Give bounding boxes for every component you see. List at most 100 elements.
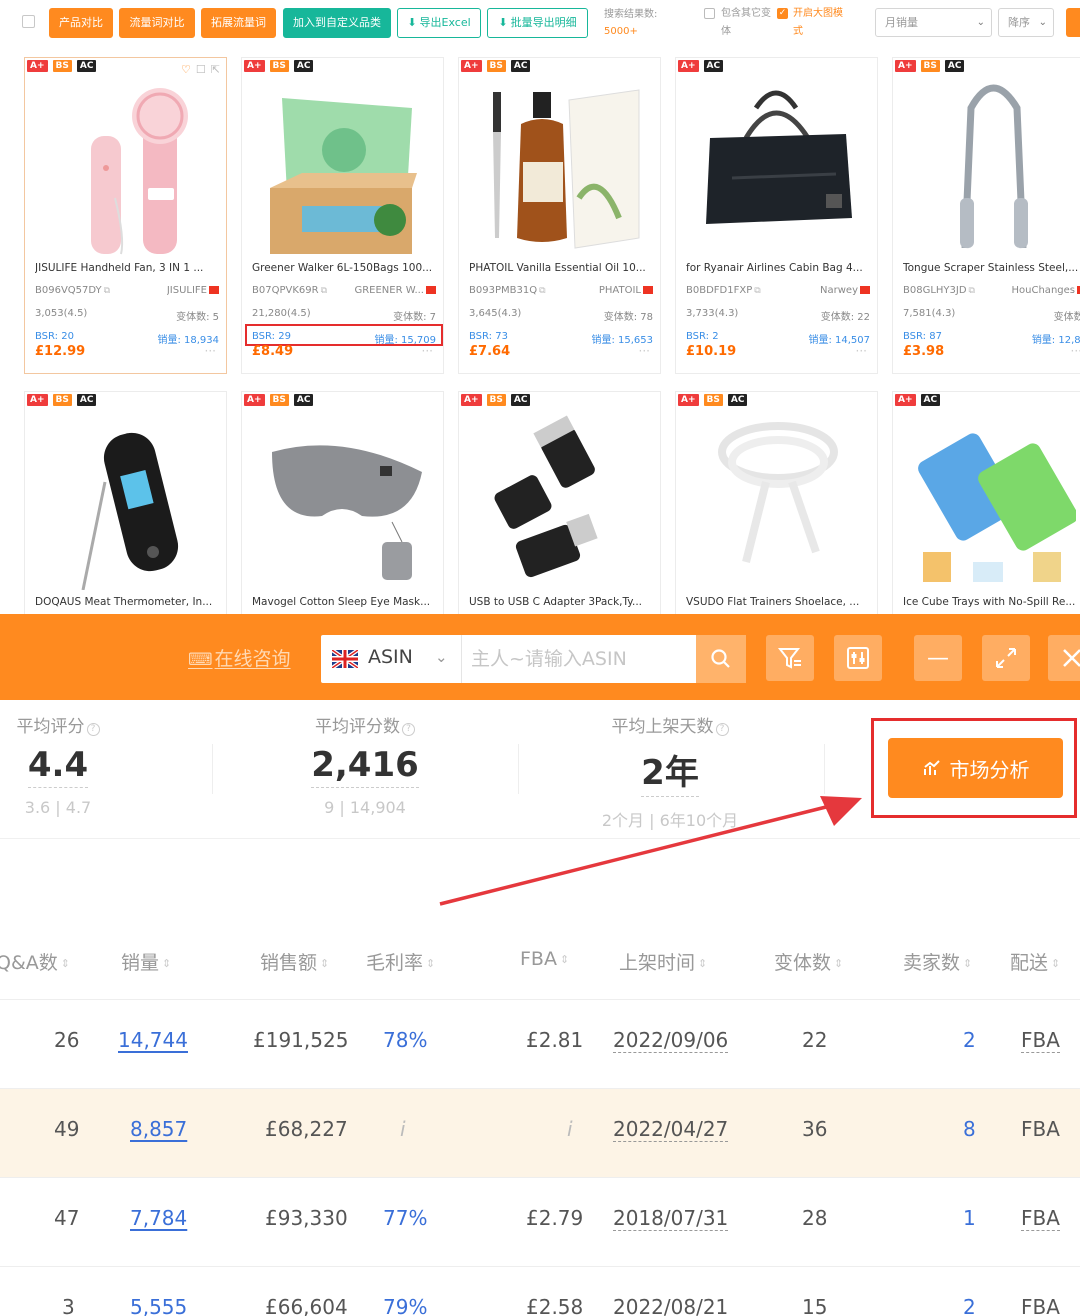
sales-link[interactable]: 8,857 xyxy=(130,1117,187,1141)
sellers-link[interactable]: 8 xyxy=(963,1117,976,1141)
online-consult-link[interactable]: ⌨ 在线咨询 xyxy=(188,644,291,671)
sort-icon[interactable]: ⇕ xyxy=(61,957,70,970)
bestseller-tag: BS xyxy=(269,394,289,406)
add-custom-category-button[interactable]: 加入到自定义品类 xyxy=(283,8,391,38)
more-icon[interactable]: ··· xyxy=(639,344,650,358)
select-all-checkbox[interactable] xyxy=(22,15,35,28)
product-title[interactable]: Greener Walker 6L-150Bags 100... xyxy=(252,262,436,274)
product-card[interactable]: A+ BS AC VSUDO Flat Trainers Shoelace, ... xyxy=(675,391,878,631)
sort-icon[interactable]: ⇕ xyxy=(963,957,972,970)
column-header[interactable]: 销量 ⇕ xyxy=(121,948,171,975)
panel-header: ⌨在线咨询 ASIN ⌄ — xyxy=(0,614,1080,700)
expand-button[interactable] xyxy=(982,635,1030,681)
china-flag-icon xyxy=(643,286,653,294)
more-icon[interactable]: ··· xyxy=(422,344,433,358)
batch-export-button[interactable]: ⬇ 批量导出明细 xyxy=(487,8,588,38)
copy-icon[interactable]: ⧉ xyxy=(539,286,545,296)
table-row[interactable]: 3 5,555 £66,604 79% £2.58 2022/08/21 15 … xyxy=(0,1267,1080,1316)
product-title[interactable]: for Ryanair Airlines Cabin Bag 4... xyxy=(686,262,870,274)
product-title[interactable]: Ice Cube Trays with No-Spill Re... xyxy=(903,596,1080,608)
help-icon[interactable]: ? xyxy=(402,723,415,736)
include-variants-checkbox[interactable] xyxy=(704,8,715,19)
product-title[interactable]: JISULIFE Handheld Fan, 3 IN 1 ... xyxy=(35,262,219,274)
sellers-link[interactable]: 1 xyxy=(963,1206,976,1230)
sort-field-select[interactable]: 月销量 ⌄ xyxy=(875,8,992,37)
sort-icon[interactable]: ⇕ xyxy=(560,953,569,966)
product-card[interactable]: A+ BS AC ♡ ☐ ⇱ JISULIFE Handheld Fan, 3 IN 1… xyxy=(24,57,227,374)
share-icon[interactable]: ⇱ xyxy=(211,63,220,76)
column-header[interactable]: 上架时间 ⇕ xyxy=(619,948,707,975)
sales-link[interactable]: 5,555 xyxy=(130,1295,187,1316)
more-icon[interactable]: ··· xyxy=(1071,344,1080,358)
copy-icon[interactable]: ⧉ xyxy=(321,286,327,296)
marketplace-select[interactable]: ASIN xyxy=(368,646,413,668)
sort-icon[interactable]: ⇕ xyxy=(320,957,329,970)
sort-icon[interactable]: ⇕ xyxy=(698,957,707,970)
minimize-button[interactable]: — xyxy=(914,635,962,681)
copy-icon[interactable]: ⧉ xyxy=(104,286,110,296)
column-header[interactable]: 毛利率 ⇕ xyxy=(366,948,435,975)
copy-icon[interactable]: ⧉ xyxy=(754,286,760,296)
sort-icon[interactable]: ⇕ xyxy=(162,957,171,970)
sort-order-select[interactable]: 降序 ⌄ xyxy=(998,8,1054,37)
help-icon[interactable]: ? xyxy=(86,723,100,736)
aplus-tag: A+ xyxy=(461,394,482,406)
sellers-link[interactable]: 2 xyxy=(963,1028,976,1052)
heart-icon[interactable]: ♡ xyxy=(181,63,191,76)
product-title[interactable]: Tongue Scraper Stainless Steel,... xyxy=(903,262,1080,274)
product-title[interactable]: PHATOIL Vanilla Essential Oil 10... xyxy=(469,262,653,274)
china-flag-icon xyxy=(860,286,870,294)
column-header[interactable]: 配送 ⇕ xyxy=(1010,948,1060,975)
table-header: Q&A数 ⇕ 销量 ⇕ 销售额 ⇕ 毛利率 ⇕ FBA ⇕ 上架时间 ⇕ 变体数 ⇕ 卖家数 ⇕… xyxy=(0,924,1080,1000)
product-card[interactable]: A+ BS AC PHATOIL Vanilla Essential Oil 10.… xyxy=(458,57,661,374)
compare-products-button[interactable]: 产品对比 xyxy=(49,8,113,38)
product-title[interactable]: DOQAUS Meat Thermometer, In... xyxy=(35,596,219,608)
checkbox-icon[interactable]: ☐ xyxy=(196,63,206,76)
toolbar-more-button[interactable] xyxy=(1066,8,1080,37)
column-header[interactable]: FBA ⇕ xyxy=(520,948,569,970)
bigimage-checkbox[interactable]: ✓ xyxy=(777,8,788,19)
more-icon[interactable]: ··· xyxy=(205,344,216,358)
product-title[interactable]: VSUDO Flat Trainers Shoelace, ... xyxy=(686,596,870,608)
asin-search-input[interactable] xyxy=(471,643,686,675)
column-header[interactable]: 变体数 ⇕ xyxy=(774,948,843,975)
product-card[interactable]: A+ BS AC Mavogel Cotton Sleep Eye Mask... xyxy=(241,391,444,631)
product-title[interactable]: Mavogel Cotton Sleep Eye Mask... xyxy=(252,596,436,608)
china-flag-icon xyxy=(209,286,219,294)
settings-button[interactable] xyxy=(834,635,882,681)
product-card[interactable]: A+ BS AC Tongue Scraper Stainless Steel,..… xyxy=(892,57,1080,374)
sort-icon[interactable]: ⇕ xyxy=(834,957,843,970)
copy-icon[interactable]: ⧉ xyxy=(969,286,975,296)
product-card[interactable]: A+ BS AC Greener Walker 6L-150Bags 100... … xyxy=(241,57,444,374)
product-card[interactable]: A+ BS AC USB to USB C Adapter 3Pack,Ty... xyxy=(458,391,661,631)
sales-link[interactable]: 14,744 xyxy=(118,1028,188,1052)
chevron-down-icon: ⌄ xyxy=(1038,17,1047,28)
sellers-link[interactable]: 2 xyxy=(963,1295,976,1316)
column-header[interactable]: 卖家数 ⇕ xyxy=(903,948,972,975)
asin-search: ASIN ⌄ xyxy=(321,635,746,683)
table-row[interactable]: 26 14,744 £191,525 78% £2.81 2022/09/06 … xyxy=(0,1000,1080,1089)
column-header[interactable]: Q&A数 ⇕ xyxy=(0,948,70,975)
export-excel-button[interactable]: ⬇ 导出Excel xyxy=(397,8,481,38)
more-icon[interactable]: ··· xyxy=(856,344,867,358)
china-flag-icon xyxy=(426,286,436,294)
search-button[interactable] xyxy=(696,635,746,683)
table-row[interactable]: 47 7,784 £93,330 77% £2.79 2018/07/31 28… xyxy=(0,1178,1080,1267)
product-card[interactable]: A+ AC Ice Cube Trays with No-Spill Re... xyxy=(892,391,1080,631)
chevron-down-icon[interactable]: ⌄ xyxy=(435,648,448,666)
product-title[interactable]: USB to USB C Adapter 3Pack,Ty... xyxy=(469,596,653,608)
close-button[interactable] xyxy=(1048,635,1080,681)
compare-keywords-button[interactable]: 流量词对比 xyxy=(119,8,195,38)
sort-icon[interactable]: ⇕ xyxy=(1051,957,1060,970)
expand-keywords-button[interactable]: 拓展流量词 xyxy=(201,8,276,38)
chevron-down-icon: ⌄ xyxy=(976,17,985,28)
sales-link[interactable]: 7,784 xyxy=(130,1206,187,1230)
sort-icon[interactable]: ⇕ xyxy=(426,957,435,970)
product-card[interactable]: A+ BS AC DOQAUS Meat Thermometer, In... xyxy=(24,391,227,631)
product-price: £7.64 xyxy=(469,344,511,359)
help-icon[interactable]: ? xyxy=(715,723,729,736)
column-header[interactable]: 销售额 ⇕ xyxy=(260,948,329,975)
product-card[interactable]: A+ AC for Ryanair Airlines Cabin Bag 4...… xyxy=(675,57,878,374)
filter-button[interactable] xyxy=(766,635,814,681)
table-row[interactable]: 49 8,857 £68,227 i i 2022/04/27 36 8 FBA xyxy=(0,1089,1080,1178)
